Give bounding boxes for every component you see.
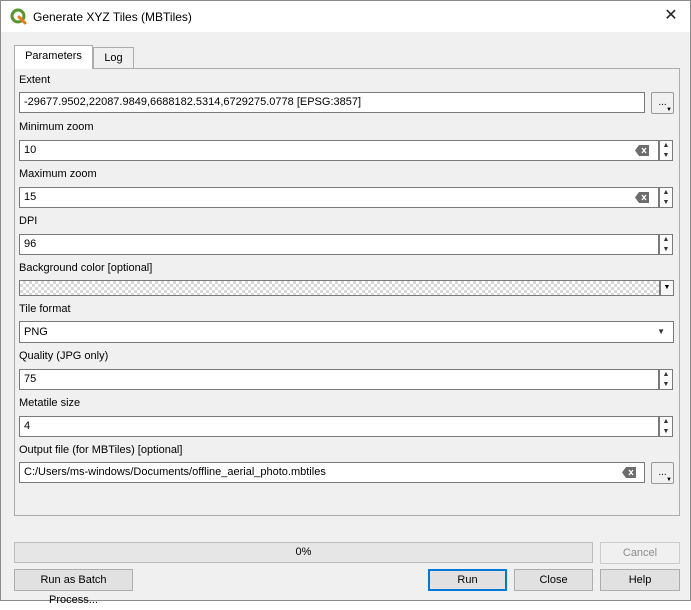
spin-up-icon[interactable]: ▲ [660, 188, 672, 197]
dialog-window: Generate XYZ Tiles (MBTiles) ✕ Parameter… [0, 0, 691, 606]
spin-down-icon[interactable]: ▼ [660, 198, 672, 207]
dropdown-arrow-icon: ▼ [657, 327, 665, 336]
output-file-input[interactable]: C:/Users/ms-windows/Documents/offline_ae… [19, 462, 645, 483]
min-zoom-spinner[interactable]: ▲ ▼ [659, 140, 673, 161]
dpi-input[interactable]: 96 [19, 234, 659, 255]
background-color-button[interactable] [19, 280, 660, 296]
clear-icon[interactable] [635, 145, 649, 156]
output-file-browse-button[interactable]: ... ▼ [651, 462, 674, 484]
spin-up-icon[interactable]: ▲ [660, 235, 672, 244]
metatile-size-label: Metatile size [19, 397, 81, 409]
clear-icon[interactable] [622, 467, 636, 478]
progress-bar: 0% [14, 542, 593, 563]
min-zoom-input[interactable]: 10 [19, 140, 659, 161]
max-zoom-spinner[interactable]: ▲ ▼ [659, 187, 673, 208]
spin-down-icon[interactable]: ▼ [660, 245, 672, 254]
extent-options-button[interactable]: ... ▼ [651, 92, 674, 114]
progress-text: 0% [295, 546, 312, 558]
qgis-logo-icon [10, 8, 27, 25]
dpi-spinner[interactable]: ▲ ▼ [659, 234, 673, 255]
clear-icon[interactable] [635, 192, 649, 203]
dpi-label: DPI [19, 215, 38, 227]
background-color-label: Background color [optional] [19, 262, 153, 274]
run-as-batch-button[interactable]: Run as Batch Process... [14, 569, 133, 606]
extent-input[interactable]: -29677.9502,22087.9849,6688182.5314,6729… [19, 92, 645, 113]
dropdown-caret-icon: ▼ [666, 477, 672, 483]
cancel-button[interactable]: Cancel [600, 542, 680, 564]
tab-log[interactable]: Log [93, 47, 134, 68]
spin-down-icon[interactable]: ▼ [660, 427, 672, 436]
spin-down-icon[interactable]: ▼ [660, 151, 672, 160]
tile-format-label: Tile format [19, 303, 71, 315]
close-window-icon[interactable]: ✕ [656, 2, 686, 30]
extent-label: Extent [19, 74, 51, 86]
color-dropdown-icon[interactable]: ▼ [660, 280, 674, 296]
max-zoom-label: Maximum zoom [19, 168, 97, 180]
quality-spinner[interactable]: ▲ ▼ [659, 369, 673, 390]
quality-input[interactable]: 75 [19, 369, 659, 390]
spin-up-icon[interactable]: ▲ [660, 141, 672, 150]
spin-down-icon[interactable]: ▼ [660, 380, 672, 389]
min-zoom-label: Minimum zoom [19, 121, 94, 133]
metatile-size-spinner[interactable]: ▲ ▼ [659, 416, 673, 437]
window-title: Generate XYZ Tiles (MBTiles) [33, 10, 192, 24]
spin-up-icon[interactable]: ▲ [660, 370, 672, 379]
dropdown-caret-icon: ▼ [666, 107, 672, 113]
close-button[interactable]: Close [514, 569, 593, 591]
tab-parameters[interactable]: Parameters [14, 45, 93, 69]
tile-format-select[interactable]: PNG ▼ [19, 321, 674, 343]
max-zoom-input[interactable]: 15 [19, 187, 659, 208]
metatile-size-input[interactable]: 4 [19, 416, 659, 437]
quality-label: Quality (JPG only) [19, 350, 109, 362]
output-file-label: Output file (for MBTiles) [optional] [19, 444, 183, 456]
spin-up-icon[interactable]: ▲ [660, 417, 672, 426]
run-button[interactable]: Run [428, 569, 507, 591]
title-bar: Generate XYZ Tiles (MBTiles) ✕ [1, 1, 690, 32]
help-button[interactable]: Help [600, 569, 680, 591]
